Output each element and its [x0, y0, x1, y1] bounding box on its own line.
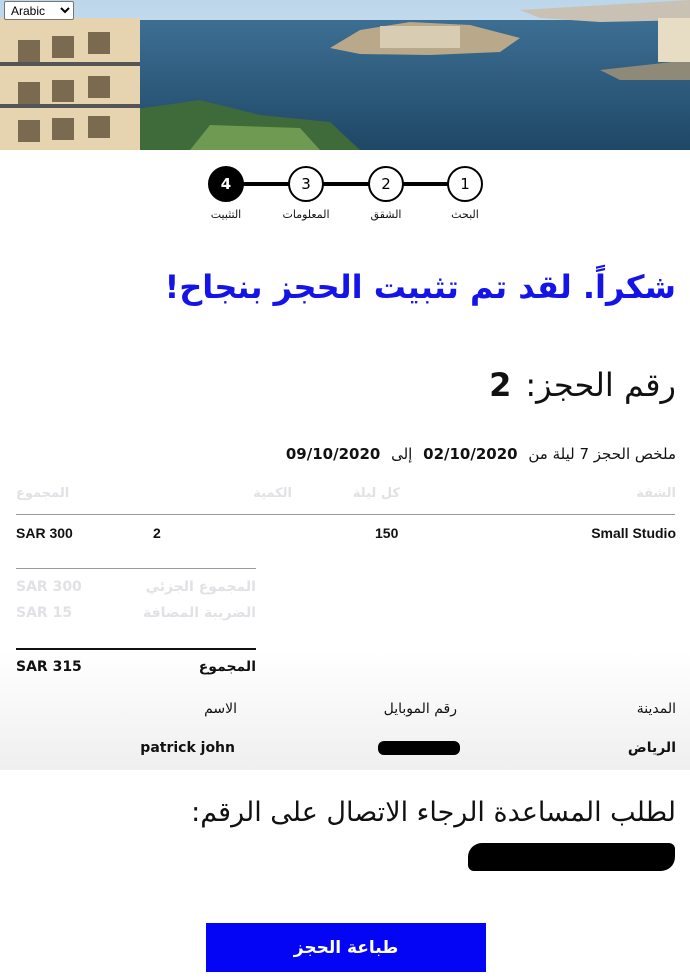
name-label: الاسم: [204, 701, 237, 717]
cell-total: SAR 300: [16, 525, 73, 541]
hero-banner: Arabic: [0, 0, 690, 150]
vat-value: SAR 15: [16, 605, 73, 621]
subtotal-value: SAR 300: [16, 579, 82, 595]
cell-apartment: Small Studio: [591, 525, 676, 541]
step-4-confirmation: 4: [208, 166, 244, 202]
phone-redacted: [468, 843, 675, 871]
booking-number-label: رقم الحجز:: [525, 366, 676, 404]
header-apartment: الشقة: [636, 486, 676, 501]
confirmation-title: شكراً. لقد تم تثبيت الحجز بنجاح!: [164, 268, 676, 306]
cell-quantity: 2: [153, 525, 161, 541]
table-divider: [16, 514, 675, 515]
subtotal-label: المجموع الجزئي: [145, 579, 256, 595]
city-value: الرياض: [627, 740, 676, 756]
guest-info-section: [0, 652, 690, 770]
step-2-apartments: 2: [368, 166, 404, 202]
header-total: المجموع: [16, 486, 70, 501]
help-contact-text: لطلب المساعدة الرجاء الاتصال على الرقم:: [191, 797, 676, 828]
mobile-label: رقم الموبايل: [383, 701, 457, 717]
cell-per-night: 150: [375, 525, 399, 541]
mobile-redacted: [378, 741, 460, 755]
date-from: 02/10/2020: [423, 445, 518, 463]
print-booking-button[interactable]: طباعة الحجز: [206, 923, 486, 972]
total-value: SAR 315: [16, 659, 82, 675]
step-number: 4: [220, 175, 232, 193]
language-select[interactable]: Arabic: [4, 1, 74, 20]
step-label: المعلومات: [282, 208, 330, 221]
stepper-line: [226, 182, 466, 186]
booking-summary: ملخص الحجز 7 ليلة من 02/10/2020 إلى 09/1…: [280, 445, 676, 463]
city-label: المدينة: [636, 701, 676, 717]
to-word: إلى: [391, 445, 413, 463]
step-number: 2: [381, 175, 391, 193]
step-label: البحث: [451, 208, 479, 221]
summary-prefix: ملخص الحجز 7 ليلة من: [528, 445, 676, 463]
name-value: patrick john: [140, 740, 235, 756]
total-label: المجموع: [198, 659, 256, 675]
step-label: الشقق: [370, 208, 402, 221]
booking-number-heading: رقم الحجز: 2: [489, 366, 676, 404]
vat-label: الضريبة المضافة: [142, 605, 256, 621]
totals-divider-strong: [16, 648, 256, 650]
totals-divider: [16, 568, 256, 569]
header-quantity: الكمية: [253, 486, 292, 501]
step-number: 3: [301, 175, 311, 193]
step-3-information: 3: [288, 166, 324, 202]
date-to: 09/10/2020: [285, 445, 381, 463]
step-1-search: 1: [447, 166, 483, 202]
header-per-night: كل ليلة: [352, 486, 400, 501]
hero-image: [0, 0, 690, 150]
step-label: التثبيت: [210, 208, 242, 221]
step-number: 1: [460, 175, 470, 193]
booking-number-value: 2: [489, 366, 512, 404]
